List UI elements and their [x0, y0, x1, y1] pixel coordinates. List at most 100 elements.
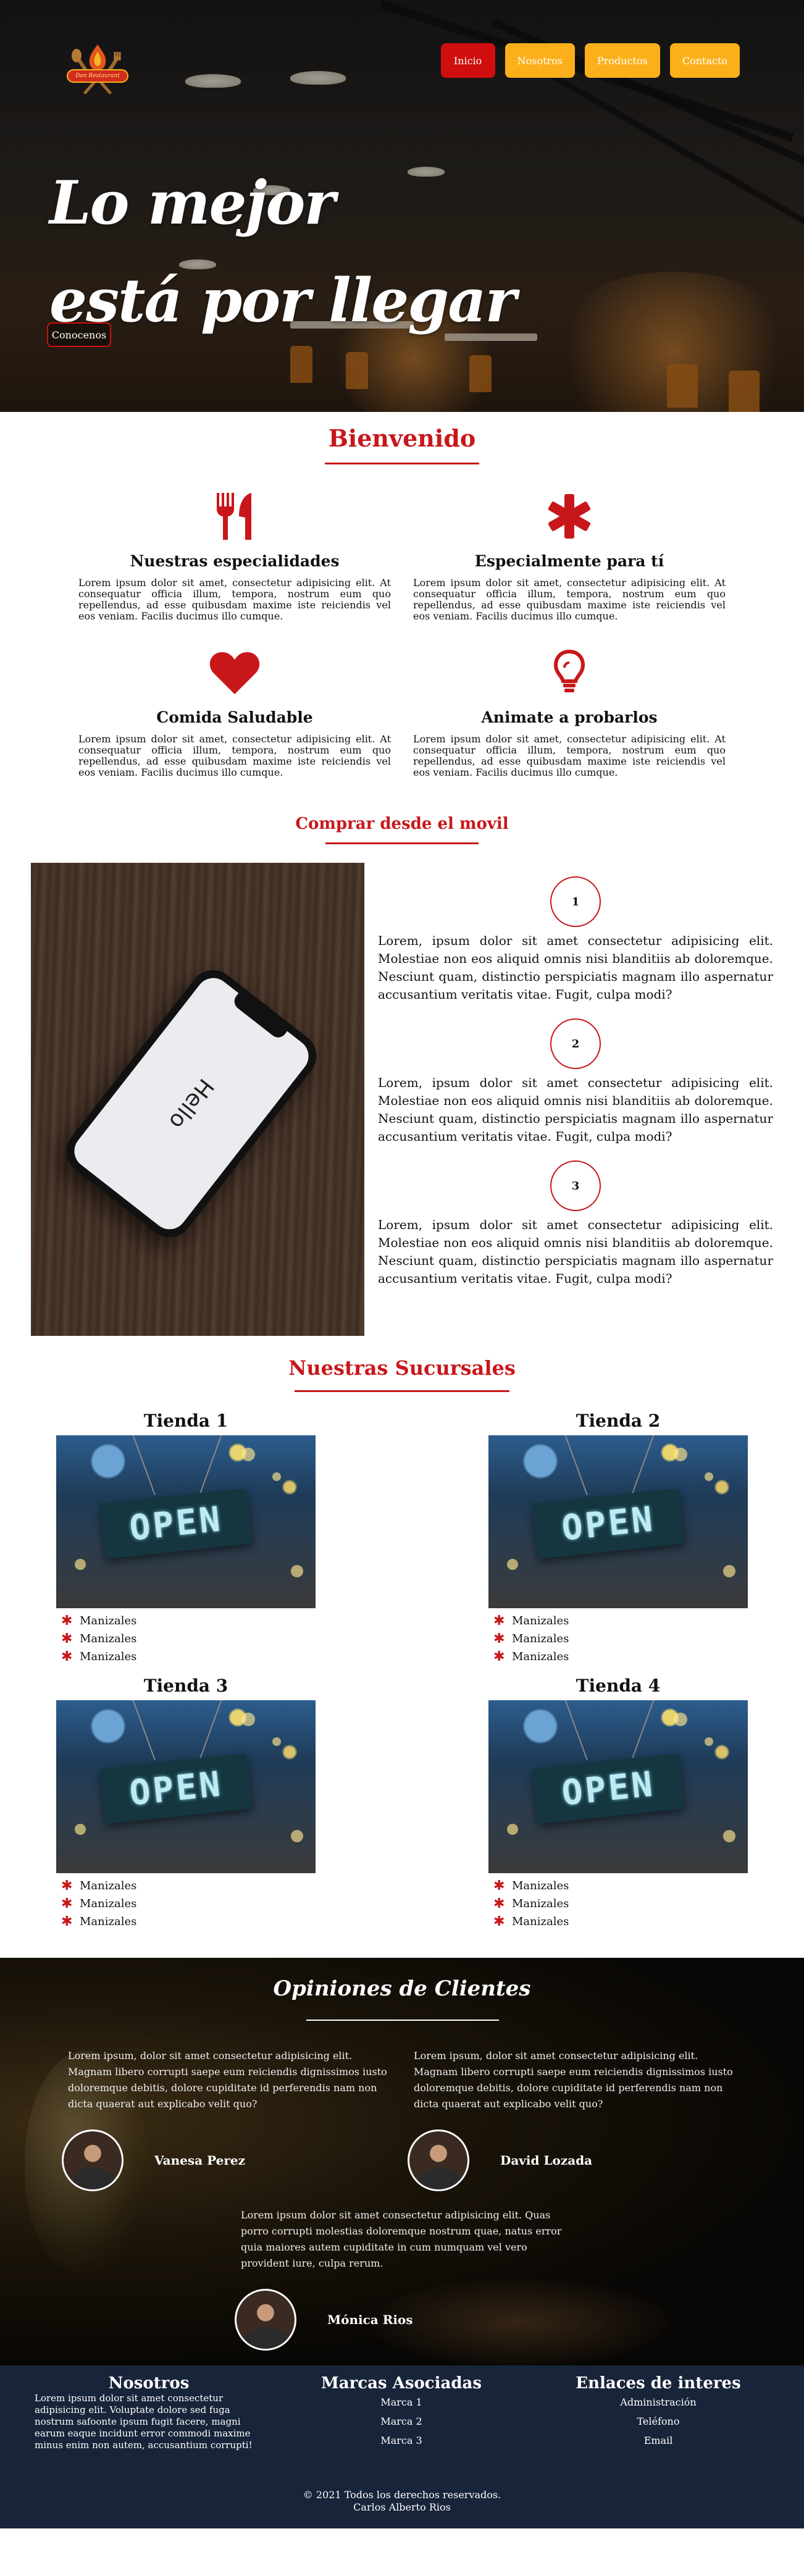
list-item: ✱ Manizales [493, 1895, 748, 1913]
feature-text: Lorem ipsum dolor sit amet, consectetur … [78, 577, 391, 622]
branch-list: ✱ Manizales ✱ Manizales ✱ Manizales [56, 1877, 316, 1931]
open-sign-photo: OPEN [56, 1700, 316, 1873]
branches-heading: Nuestras Sucursales [0, 1354, 804, 1392]
feature-card: Especialmente para tí Lorem ipsum dolor … [413, 487, 726, 622]
branch-name: Tienda 2 [576, 1411, 661, 1431]
nav-inicio[interactable]: Inicio [440, 43, 495, 78]
welcome-title: Bienvenido [328, 424, 476, 452]
feature-title: Especialmente para tí [474, 552, 664, 570]
hero-section: Don Restaurant Inicio Nosotros Productos… [0, 0, 804, 412]
branch-city: Manizales [512, 1632, 569, 1645]
step-number: 3 [550, 1160, 601, 1211]
feature-card: Comida Saludable Lorem ipsum dolor sit a… [78, 643, 391, 778]
branches-section: Nuestras Sucursales Tienda 1 OPEN ✱ Maniz… [0, 1354, 804, 1931]
step-text: Lorem, ipsum dolor sit amet consectetur … [378, 1217, 773, 1286]
open-sign-text: OPEN [559, 1498, 657, 1549]
step-item: 2 Lorem, ipsum dolor sit amet consectetu… [378, 1018, 773, 1146]
list-item: ✱ Manizales [493, 1648, 748, 1666]
asterisk-icon: ✱ [61, 1649, 73, 1664]
footer-about-title: Nosotros [108, 2374, 190, 2393]
asterisk-icon: ✱ [61, 1613, 73, 1629]
mobile-content: Hello 1 Lorem, ipsum dolor sit amet cons… [31, 863, 773, 1336]
step-number: 2 [550, 1018, 601, 1069]
reviewer: Vanesa Perez [62, 2129, 245, 2191]
branch-city: Manizales [512, 1614, 569, 1627]
footer-about: Nosotros Lorem ipsum dolor sit amet cons… [35, 2374, 263, 2451]
open-sign-text: OPEN [127, 1498, 225, 1549]
review-text: Lorem ipsum, dolor sit amet consectetur … [414, 2050, 733, 2110]
nav-productos[interactable]: Productos [585, 43, 660, 78]
branch-city: Manizales [80, 1879, 137, 1892]
footer-links: Enlaces de interes Administración Teléfo… [566, 2374, 751, 2450]
footer-link-admin[interactable]: Administración [566, 2393, 751, 2412]
footer: Nosotros Lorem ipsum dolor sit amet cons… [0, 2365, 804, 2528]
asterisk-icon: ✱ [493, 1631, 505, 1647]
branch-city: Manizales [80, 1632, 137, 1645]
title-underline [295, 1390, 509, 1392]
title-underline [325, 842, 479, 844]
phone-photo: Hello [31, 863, 364, 1336]
nav-nosotros[interactable]: Nosotros [505, 43, 575, 78]
avatar [235, 2289, 296, 2351]
asterisk-icon: ✱ [61, 1631, 73, 1647]
asterisk-icon: ✱ [61, 1914, 73, 1929]
asterisk-icon: ✱ [493, 1649, 505, 1664]
feature-text: Lorem ipsum dolor sit amet, consectetur … [413, 733, 726, 778]
branch-card: Tienda 4 OPEN ✱ Manizales ✱ Manizales ✱ Man… [488, 1676, 748, 1931]
branch-list: ✱ Manizales ✱ Manizales ✱ Manizales [56, 1612, 316, 1666]
feature-card: Nuestras especialidades Lorem ipsum dolo… [78, 487, 391, 622]
footer-brand-link[interactable]: Marca 2 [309, 2412, 494, 2431]
step-text: Lorem, ipsum dolor sit amet consectetur … [378, 933, 773, 1002]
asterisk-icon [413, 487, 726, 546]
steps-list: 1 Lorem, ipsum dolor sit amet consectetu… [364, 863, 773, 1336]
branch-card: Tienda 1 OPEN ✱ Manizales ✱ Manizales ✱ Man… [56, 1411, 316, 1666]
reviewer-name: Mónica Rios [327, 2312, 413, 2327]
list-item: ✱ Manizales [61, 1877, 316, 1895]
reviews-section: Opiniones de Clientes Lorem ipsum, dolor… [0, 1958, 804, 2365]
branch-card: Tienda 2 OPEN ✱ Manizales ✱ Manizales ✱ Man… [488, 1411, 748, 1666]
open-sign-text: OPEN [127, 1763, 225, 1814]
footer-about-text: Lorem ipsum dolor sit amet consectetur a… [35, 2393, 253, 2451]
footer-link-email[interactable]: Email [566, 2431, 751, 2450]
branches-title: Nuestras Sucursales [288, 1356, 516, 1380]
branch-list: ✱ Manizales ✱ Manizales ✱ Manizales [488, 1612, 748, 1666]
list-item: ✱ Manizales [61, 1913, 316, 1931]
branch-name: Tienda 3 [143, 1676, 228, 1696]
restaurant-logo[interactable]: Don Restaurant [61, 40, 135, 101]
main-nav: Inicio Nosotros Productos Contacto [440, 43, 740, 78]
reviewer-name: Vanesa Perez [154, 2153, 245, 2168]
mobile-heading: Comprar desde el movil [0, 813, 804, 844]
hero-title-line2: está por llegar [49, 266, 516, 335]
step-item: 3 Lorem, ipsum dolor sit amet consectetu… [378, 1160, 773, 1288]
nav-contacto[interactable]: Contacto [669, 43, 740, 78]
open-sign-text: OPEN [559, 1763, 657, 1814]
lightbulb-icon [413, 643, 726, 702]
conocenos-button[interactable]: Conocenos [47, 322, 111, 347]
open-sign: OPEN [99, 1753, 253, 1824]
open-sign: OPEN [531, 1753, 685, 1824]
branch-city: Manizales [80, 1915, 137, 1928]
author-line: Carlos Alberto Rios [353, 2501, 451, 2513]
title-underline [306, 2020, 499, 2021]
list-item: ✱ Manizales [61, 1895, 316, 1913]
copyright-line: © 2021 Todos los derechos reservados. [303, 2489, 501, 2501]
phone-screen: Hello [67, 971, 316, 1236]
footer-link-phone[interactable]: Teléfono [566, 2412, 751, 2431]
asterisk-icon: ✱ [493, 1613, 505, 1629]
mobile-section: Comprar desde el movil Hello 1 Lorem, ip… [0, 813, 804, 1336]
branch-card: Tienda 3 OPEN ✱ Manizales ✱ Manizales ✱ Man… [56, 1676, 316, 1931]
list-item: ✱ Manizales [493, 1913, 748, 1931]
footer-brand-link[interactable]: Marca 1 [309, 2393, 494, 2412]
list-item: ✱ Manizales [61, 1612, 316, 1630]
branches-grid: Tienda 1 OPEN ✱ Manizales ✱ Manizales ✱ Man… [0, 1411, 804, 1931]
footer-links-title: Enlaces de interes [576, 2374, 741, 2393]
title-underline [325, 463, 479, 464]
footer-brand-link[interactable]: Marca 3 [309, 2431, 494, 2450]
mobile-title: Comprar desde el movil [295, 815, 509, 833]
branch-list: ✱ Manizales ✱ Manizales ✱ Manizales [488, 1877, 748, 1931]
open-sign: OPEN [531, 1488, 685, 1559]
asterisk-icon: ✱ [61, 1878, 73, 1894]
list-item: ✱ Manizales [61, 1648, 316, 1666]
reviewer-name: David Lozada [500, 2153, 593, 2168]
branch-city: Manizales [512, 1915, 569, 1928]
